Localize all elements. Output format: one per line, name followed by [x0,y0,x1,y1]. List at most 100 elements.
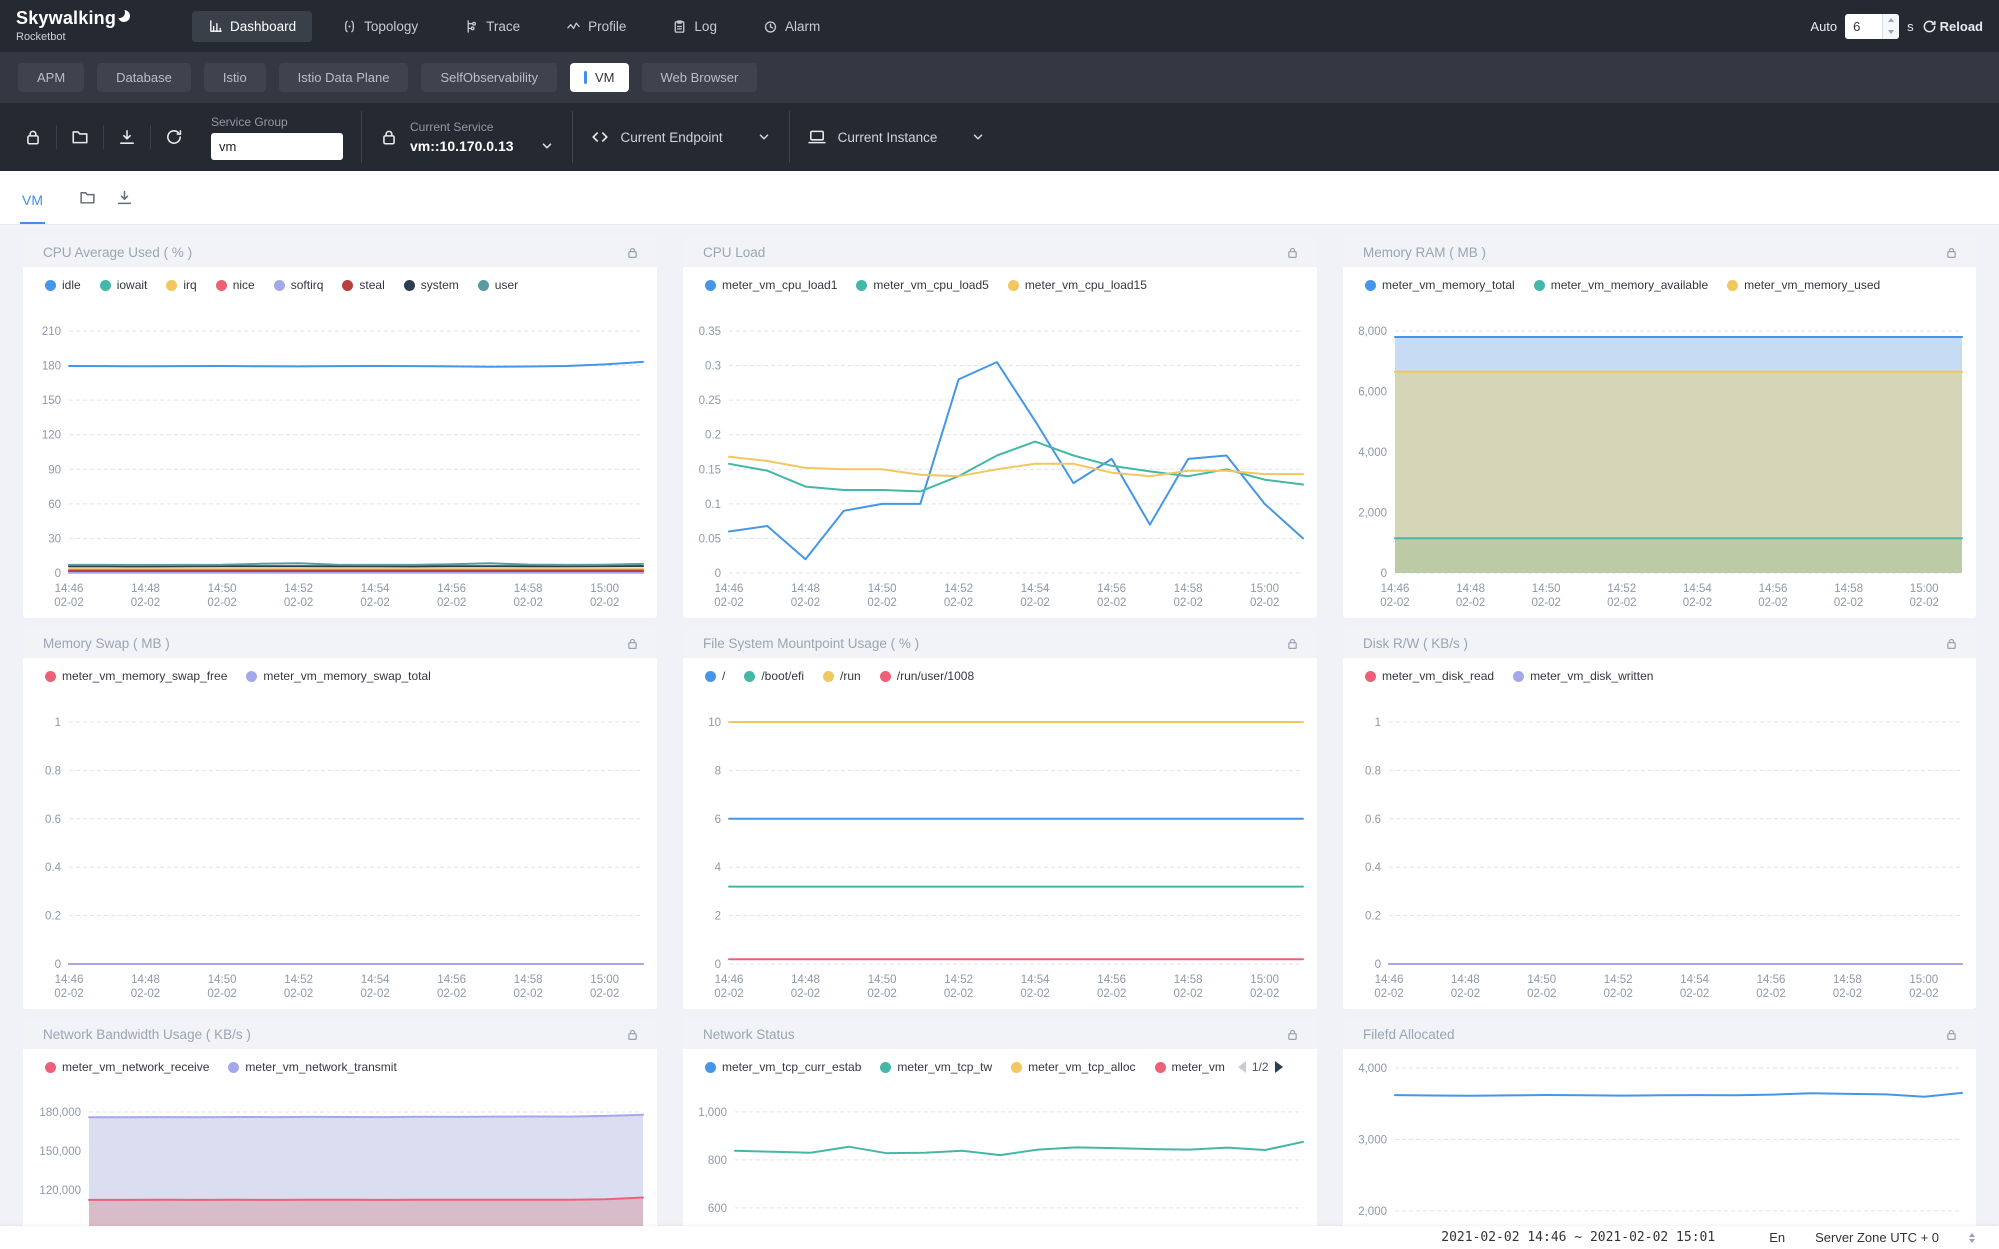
legend-item[interactable]: meter_vm_memory_swap_total [246,669,430,683]
time-range-picker[interactable]: 2021-02-02 14:46 ~ 2021-02-02 15:01 [1441,1230,1715,1245]
legend-item[interactable]: meter_vm_cpu_load5 [856,278,988,292]
page-pill-apm[interactable]: APM [18,63,84,92]
lock-icon[interactable] [626,246,639,259]
svg-text:0.4: 0.4 [45,862,62,874]
dashboard-tab-strip: VM [0,171,1999,225]
zone-stepper[interactable] [1969,1233,1975,1243]
dashboard-icon [208,19,223,34]
lock-template-button[interactable] [10,128,56,146]
nav-item-profile[interactable]: Profile [550,11,642,42]
svg-text:15:00: 15:00 [1910,583,1939,595]
dashboard-pages-bar: APM Database Istio Istio Data Plane SelfObse… [0,52,1999,103]
nav-item-alarm[interactable]: Alarm [747,11,836,42]
nav-item-log[interactable]: Log [656,11,733,42]
legend-item[interactable]: steal [342,278,384,292]
legend-item[interactable]: softirq [274,278,324,292]
service-group-input[interactable] [211,133,343,160]
legend-dot [166,280,177,291]
svg-text:15:00: 15:00 [1909,974,1938,986]
lock-icon [380,128,398,146]
brand-logo[interactable]: Skywalking Rocketbot [16,9,132,43]
current-endpoint-select[interactable]: Current Endpoint [591,128,771,146]
export-template-button[interactable] [104,128,150,146]
page-pill-database[interactable]: Database [97,63,191,92]
legend-dot [274,280,285,291]
lock-icon[interactable] [1945,246,1958,259]
legend-item[interactable]: meter_vm_cpu_load1 [705,278,837,292]
line-chart[interactable]: 210180150120906030014:4602-0214:4802-021… [23,303,657,618]
language-selector[interactable]: En [1769,1230,1785,1245]
lock-icon[interactable] [1286,637,1299,650]
line-chart[interactable]: 10.80.60.40.2014:4602-0214:4802-0214:500… [23,694,657,1009]
svg-text:120,000: 120,000 [39,1185,81,1197]
auto-interval-stepper[interactable] [1882,14,1899,39]
page-pill-istio[interactable]: Istio [204,63,266,92]
current-service-select[interactable]: Current Service vm::10.170.0.13 [380,120,554,154]
lock-icon[interactable] [626,637,639,650]
legend-item[interactable]: /boot/efi [744,669,804,683]
line-chart[interactable]: 8,0006,0004,0002,000014:4602-0214:4802-0… [1343,303,1976,618]
legend-item[interactable]: meter_vm_network_receive [45,1060,209,1074]
svg-text:14:56: 14:56 [1097,974,1126,986]
current-instance-select[interactable]: Current Instance [808,128,986,146]
refresh-templates-button[interactable] [151,128,197,146]
legend-item[interactable]: meter_vm_tcp_tw [880,1060,992,1074]
lock-icon[interactable] [1945,637,1958,650]
legend-item[interactable]: meter_vm_cpu_load15 [1008,278,1147,292]
pager-next-icon[interactable] [1275,1061,1283,1073]
auto-interval-input[interactable]: 6 [1845,14,1899,39]
page-pill-vm[interactable]: VM [570,63,629,92]
svg-text:14:58: 14:58 [1174,583,1203,595]
line-chart[interactable]: 4,0003,0002,000 [1343,1049,1976,1247]
page-pill-istio-data-plane[interactable]: Istio Data Plane [279,63,409,92]
page-pill-web-browser[interactable]: Web Browser [642,63,758,92]
nav-item-trace[interactable]: Trace [448,11,536,42]
legend-item[interactable]: meter_vm_tcp_curr_estab [705,1060,861,1074]
tab-vm[interactable]: VM [20,192,45,224]
legend-item[interactable]: meter_vm_disk_written [1513,669,1653,683]
legend-item[interactable]: idle [45,278,81,292]
download-icon[interactable] [106,189,143,224]
legend-item[interactable]: meter_vm_network_transmit [228,1060,396,1074]
legend-item[interactable]: / [705,669,725,683]
page-pill-selfobservability[interactable]: SelfObservability [421,63,557,92]
line-chart[interactable]: 1,000800600 [683,1085,1317,1247]
legend-item[interactable]: meter_vm_memory_used [1727,278,1880,292]
legend-item[interactable]: meter_vm_disk_read [1365,669,1494,683]
legend-item[interactable]: system [404,278,459,292]
pager-prev-icon[interactable] [1238,1061,1246,1073]
lock-icon[interactable] [1286,1028,1299,1041]
reload-button[interactable]: Reload [1922,19,1983,34]
legend-item[interactable]: irq [166,278,196,292]
legend-item[interactable]: /run [823,669,861,683]
line-chart[interactable]: 180,000150,000120,000 [23,1085,657,1247]
svg-text:14:58: 14:58 [514,974,543,986]
nav-item-topology[interactable]: Topology [326,11,434,42]
legend-item[interactable]: meter_vm_memory_available [1534,278,1708,292]
import-template-button[interactable] [57,128,103,146]
svg-text:120: 120 [42,430,61,442]
line-chart[interactable]: 0.350.30.250.20.150.10.05014:4602-0214:4… [683,303,1317,618]
legend-item[interactable]: user [478,278,518,292]
lock-icon[interactable] [626,1028,639,1041]
legend-item[interactable]: meter_vm_memory_total [1365,278,1515,292]
lock-icon[interactable] [1286,246,1299,259]
legend-item[interactable]: meter_vm_tcp_alloc [1011,1060,1135,1074]
legend-dot [880,671,891,682]
legend-item[interactable]: nice [216,278,255,292]
line-chart[interactable]: 108642014:4602-0214:4802-0214:5002-0214:… [683,694,1317,1009]
nav-item-dashboard[interactable]: Dashboard [192,11,312,42]
lock-icon[interactable] [1945,1028,1958,1041]
svg-text:14:54: 14:54 [1683,583,1712,595]
legend-item[interactable]: iowait [100,278,148,292]
line-chart[interactable]: 10.80.60.40.2014:4602-0214:4802-0214:500… [1343,694,1976,1009]
folder-icon[interactable] [69,189,106,224]
legend-item[interactable]: meter_vm_memory_swap_free [45,669,227,683]
server-zone-selector[interactable]: Server Zone UTC + 0 [1815,1230,1939,1245]
chart-title: Memory Swap ( MB ) [43,636,170,651]
legend-item[interactable]: meter_vm [1155,1060,1225,1074]
legend-item[interactable]: /run/user/1008 [880,669,974,683]
legend-dot [705,1062,716,1073]
chart-title: CPU Average Used ( % ) [43,245,192,260]
svg-text:02-02: 02-02 [1250,597,1279,609]
